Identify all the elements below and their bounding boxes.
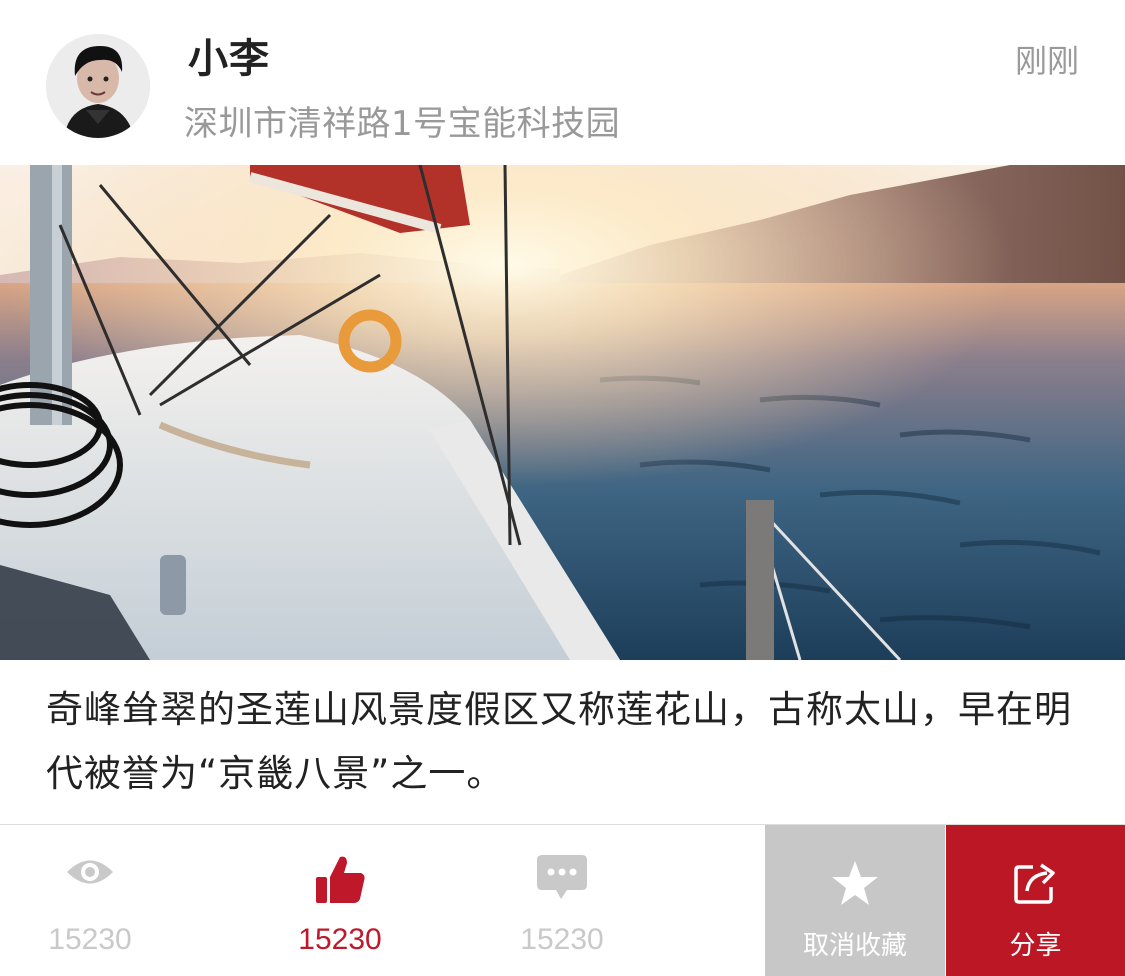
username[interactable]: 小李 [188,26,270,84]
views-stat: 15230 [0,825,180,976]
post-time: 刚刚 [1014,42,1079,80]
post-caption: 奇峰耸翠的圣莲山风景度假区又称莲花山，古称太山，早在明代被誉为“京畿八景”之一。 [46,688,1072,795]
star-icon [830,859,880,911]
views-count: 15230 [48,923,132,956]
comment-button[interactable]: 15230 [472,825,652,976]
share-button[interactable]: 分享 [946,825,1125,976]
comments-count: 15230 [520,923,604,956]
post-header: 小李 深圳市清祥路1号宝能科技园 刚刚 [0,0,1125,165]
eye-icon [65,855,115,893]
action-bar: 15230 15230 15230 取消收藏 分享 [0,824,1125,976]
thumbs-up-icon [314,855,366,909]
avatar-photo [46,34,150,138]
chat-bubble-icon [537,855,587,903]
share-label: 分享 [1009,931,1062,961]
like-button[interactable]: 15230 [250,825,430,976]
avatar[interactable] [46,34,150,138]
share-icon [1013,859,1059,909]
location-text: 深圳市清祥路1号宝能科技园 [184,104,621,144]
unfavorite-label: 取消收藏 [802,931,907,961]
unfavorite-button[interactable]: 取消收藏 [765,825,945,976]
post-image[interactable] [0,165,1125,660]
likes-count: 15230 [298,923,382,956]
